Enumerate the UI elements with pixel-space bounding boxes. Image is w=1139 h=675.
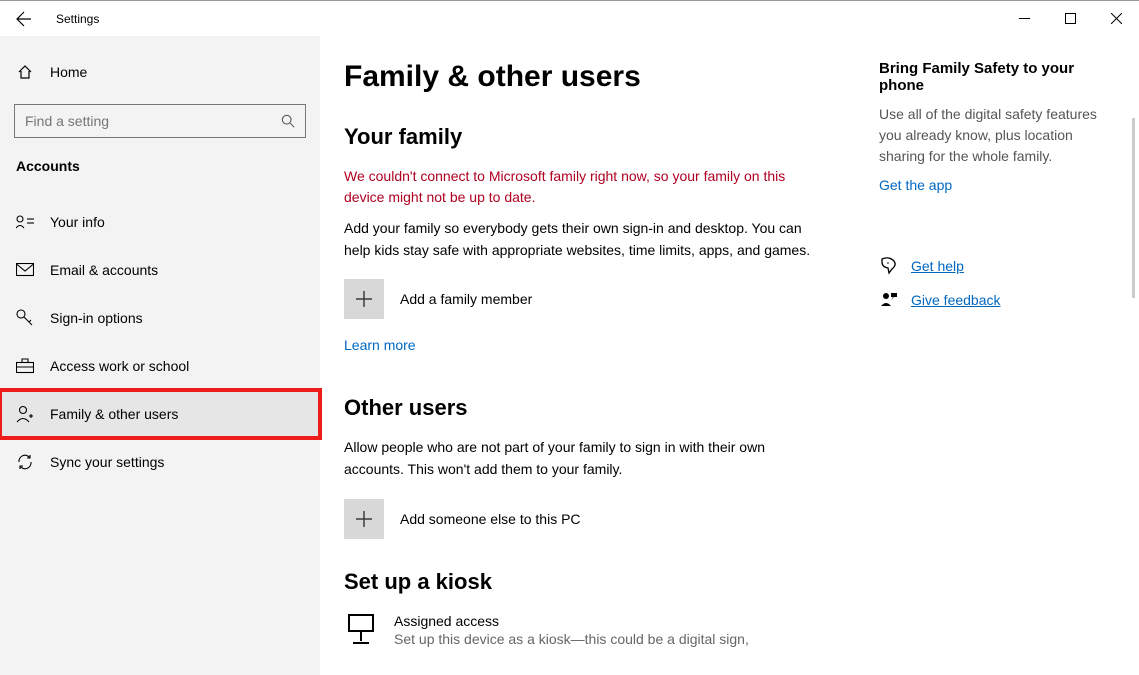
- minimize-button[interactable]: [1001, 1, 1047, 37]
- sidebar-item-label: Email & accounts: [50, 262, 158, 278]
- other-users-heading: Other users: [344, 395, 819, 421]
- sidebar-item-label: Family & other users: [50, 406, 178, 422]
- help-icon: [879, 257, 899, 275]
- promo-description: Use all of the digital safety features y…: [879, 104, 1119, 167]
- search-input[interactable]: [25, 113, 281, 129]
- home-icon: [16, 64, 34, 80]
- sidebar-item-your-info[interactable]: Your info: [0, 198, 320, 246]
- content-column: Family & other users Your family We coul…: [344, 60, 819, 675]
- window-body: Home Accounts Your info Email & accounts: [0, 36, 1139, 675]
- get-help-link[interactable]: Get help: [879, 257, 1119, 275]
- family-icon: [16, 405, 34, 423]
- get-app-link[interactable]: Get the app: [879, 177, 952, 193]
- sidebar-item-sync[interactable]: Sync your settings: [0, 438, 320, 486]
- page-title: Family & other users: [344, 60, 819, 94]
- user-card-icon: [16, 214, 34, 230]
- search-box[interactable]: [14, 104, 306, 138]
- sidebar-item-family[interactable]: Family & other users: [0, 390, 320, 438]
- give-feedback-link[interactable]: Give feedback: [879, 291, 1119, 309]
- kiosk-text: Assigned access Set up this device as a …: [394, 613, 749, 647]
- nav-home-label: Home: [50, 64, 87, 80]
- kiosk-icon: [344, 613, 378, 647]
- sidebar-item-label: Access work or school: [50, 358, 189, 374]
- sidebar-section-heading: Accounts: [0, 158, 320, 174]
- feedback-icon: [879, 291, 899, 309]
- learn-more-link[interactable]: Learn more: [344, 337, 416, 353]
- title-bar: Settings: [0, 0, 1139, 36]
- app-title: Settings: [56, 12, 99, 26]
- get-help-label: Get help: [911, 258, 964, 274]
- sidebar: Home Accounts Your info Email & accounts: [0, 36, 320, 675]
- sidebar-item-work[interactable]: Access work or school: [0, 342, 320, 390]
- minimize-icon: [1019, 13, 1030, 24]
- nav-home[interactable]: Home: [0, 52, 320, 92]
- family-description: Add your family so everybody gets their …: [344, 218, 819, 261]
- family-heading: Your family: [344, 124, 819, 150]
- back-arrow-icon: [16, 11, 32, 27]
- family-error-text: We couldn't connect to Microsoft family …: [344, 166, 819, 208]
- mail-icon: [16, 263, 34, 277]
- plus-icon: [344, 279, 384, 319]
- sidebar-item-label: Sign-in options: [50, 310, 143, 326]
- maximize-button[interactable]: [1047, 1, 1093, 37]
- kiosk-subtitle: Set up this device as a kiosk—this could…: [394, 631, 749, 647]
- add-family-label: Add a family member: [400, 291, 532, 307]
- sync-icon: [16, 453, 34, 471]
- back-button[interactable]: [0, 1, 48, 37]
- close-icon: [1111, 13, 1122, 24]
- main-panel: Family & other users Your family We coul…: [320, 36, 1139, 675]
- plus-icon: [344, 499, 384, 539]
- key-icon: [16, 309, 34, 327]
- give-feedback-label: Give feedback: [911, 292, 1001, 308]
- kiosk-heading: Set up a kiosk: [344, 569, 819, 595]
- scrollbar-thumb[interactable]: [1132, 118, 1135, 298]
- assigned-access-button[interactable]: Assigned access Set up this device as a …: [344, 613, 819, 647]
- sidebar-item-label: Your info: [50, 214, 105, 230]
- sidebar-item-signin[interactable]: Sign-in options: [0, 294, 320, 342]
- briefcase-icon: [16, 358, 34, 374]
- sidebar-nav: Your info Email & accounts Sign-in optio…: [0, 198, 320, 486]
- add-other-user-button[interactable]: Add someone else to this PC: [344, 499, 819, 539]
- maximize-icon: [1065, 13, 1076, 24]
- promo-title: Bring Family Safety to your phone: [879, 60, 1119, 94]
- aside-column: Bring Family Safety to your phone Use al…: [879, 60, 1139, 675]
- add-family-member-button[interactable]: Add a family member: [344, 279, 819, 319]
- sidebar-item-email[interactable]: Email & accounts: [0, 246, 320, 294]
- close-button[interactable]: [1093, 1, 1139, 37]
- kiosk-title: Assigned access: [394, 613, 749, 629]
- window-controls: [1001, 1, 1139, 37]
- vertical-scrollbar[interactable]: [1125, 36, 1139, 675]
- other-users-description: Allow people who are not part of your fa…: [344, 437, 819, 480]
- sidebar-item-label: Sync your settings: [50, 454, 164, 470]
- search-icon: [281, 114, 295, 128]
- add-other-label: Add someone else to this PC: [400, 511, 581, 527]
